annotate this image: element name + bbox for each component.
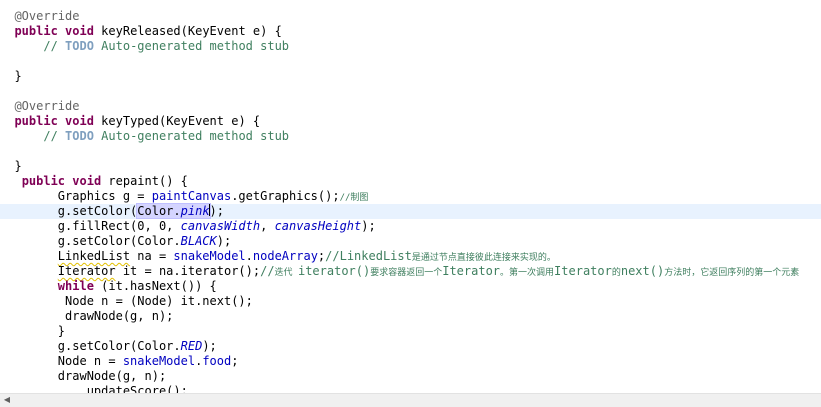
code-line: Node n = snakeModel.food; xyxy=(0,354,239,368)
code-keyword: void xyxy=(65,114,94,128)
selected-text: Color.pink xyxy=(136,203,211,219)
code-comment: //制图 xyxy=(339,193,369,203)
code-line: g.setColor(Color.BLACK); xyxy=(0,234,232,248)
code-annotation: @Override xyxy=(14,99,80,113)
code-line: while (it.hasNext()) { xyxy=(57,279,217,293)
text-caret xyxy=(209,204,211,216)
code-keyword: void xyxy=(65,24,94,38)
code-line: } xyxy=(0,324,66,338)
code-line: public void repaint() { xyxy=(21,174,188,188)
code-keyword: void xyxy=(72,174,102,188)
code-editor[interactable]: @Override public void keyReleased(KeyEve… xyxy=(0,0,821,393)
code-comment: // TODO Auto-generated method stub xyxy=(43,129,290,143)
code-line-current: g.setColor(Color.pink); xyxy=(0,203,821,219)
code-line: drawNode(g, n); xyxy=(0,309,174,323)
code-line: // TODO Auto-generated method stub xyxy=(0,39,821,54)
code-keyword: public xyxy=(14,24,58,38)
code-keyword: while xyxy=(57,279,94,293)
code-line: Iterator it = na.iterator();//迭代 iterato… xyxy=(57,264,800,278)
code-line: Graphics g = paintCanvas.getGraphics();/… xyxy=(0,189,369,203)
code-comment: //LinkedList是通过节点直接彼此连接来实现的。 xyxy=(325,249,556,263)
code-line: @Override xyxy=(0,99,821,114)
code-line: Node n = (Node) it.next(); xyxy=(0,294,253,308)
code-line: // TODO Auto-generated method stub xyxy=(0,129,821,144)
scroll-left-arrow-icon[interactable]: ◀ xyxy=(2,395,12,405)
code-keyword: public xyxy=(21,174,66,188)
horizontal-scrollbar[interactable]: ◀ xyxy=(0,393,821,407)
code-line: LinkedList na = snakeModel.nodeArray;//L… xyxy=(57,249,556,263)
code-line: } xyxy=(14,69,22,83)
code-line: g.fillRect(0, 0, canvasWidth, canvasHeig… xyxy=(0,219,376,233)
code-line: public void keyReleased(KeyEvent e) { xyxy=(14,24,282,38)
code-line: @Override xyxy=(0,9,821,24)
code-keyword: public xyxy=(14,114,58,128)
code-comment: //迭代 iterator()要求容器返回一个Iterator。第一次调用Ite… xyxy=(260,264,800,278)
code-line: updateScore(); xyxy=(57,384,188,393)
code-line: g.setColor(Color.RED); xyxy=(0,339,217,353)
code-annotation: @Override xyxy=(14,9,80,23)
code-line: drawNode(g, n); xyxy=(0,369,167,383)
code-line: public void keyTyped(KeyEvent e) { xyxy=(14,114,261,128)
code-line: } xyxy=(14,159,22,173)
code-comment: // TODO Auto-generated method stub xyxy=(43,39,290,53)
